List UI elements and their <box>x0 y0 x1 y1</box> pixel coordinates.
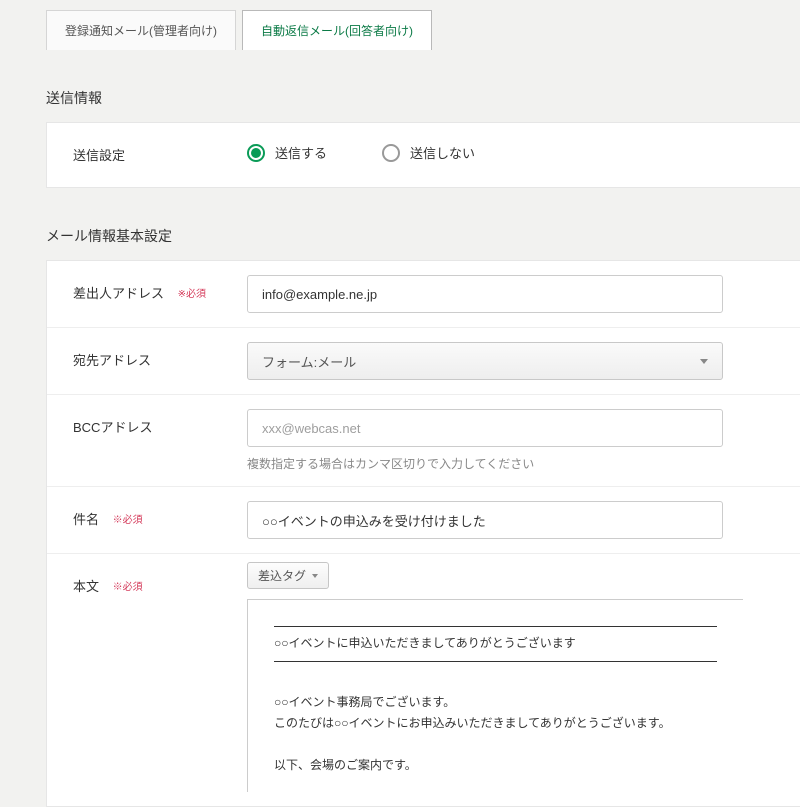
label-from-address: 差出人アドレス <box>73 286 164 301</box>
insert-tag-button[interactable]: 差込タグ <box>247 562 329 589</box>
divider <box>274 626 717 627</box>
tab-admin-notify[interactable]: 登録通知メール(管理者向け) <box>46 10 236 50</box>
label-to-address: 宛先アドレス <box>73 353 151 368</box>
body-line: ○○イベントに申込いただきましてありがとうございます <box>274 633 717 655</box>
select-value: フォーム:メール <box>262 352 356 371</box>
section-mail-basic-title: メール情報基本設定 <box>0 188 800 260</box>
body-line: 以下、会場のご案内です。 <box>274 755 717 777</box>
body-line: ○○イベント事務局でございます。 <box>274 692 717 714</box>
label-bcc-address: BCCアドレス <box>73 420 152 435</box>
insert-tag-label: 差込タグ <box>258 567 306 584</box>
section-send-info-title: 送信情報 <box>0 50 800 122</box>
tab-auto-reply[interactable]: 自動返信メール(回答者向け) <box>242 10 432 50</box>
required-badge: ※必須 <box>178 289 206 300</box>
radio-icon <box>382 144 400 162</box>
label-body: 本文 <box>73 579 99 594</box>
chevron-down-icon <box>312 574 318 578</box>
input-from-address[interactable] <box>247 275 723 313</box>
required-badge: ※必須 <box>113 582 143 593</box>
hint-bcc: 複数指定する場合はカンマ区切りで入力してください <box>247 455 800 472</box>
radio-label: 送信しない <box>410 143 475 162</box>
textarea-body[interactable]: ○○イベントに申込いただきましてありがとうございます ○○イベント事務局でござい… <box>247 599 743 792</box>
input-subject[interactable] <box>247 501 723 539</box>
input-bcc-address[interactable] <box>247 409 723 447</box>
divider <box>274 661 717 662</box>
radio-icon <box>247 144 265 162</box>
select-to-address[interactable]: フォーム:メール <box>247 342 723 380</box>
radio-label: 送信する <box>275 143 327 162</box>
label-subject: 件名 <box>73 512 99 527</box>
label-send-setting: 送信設定 <box>47 123 247 182</box>
chevron-down-icon <box>700 359 708 364</box>
required-badge: ※必須 <box>113 515 143 526</box>
radio-send-yes[interactable]: 送信する <box>247 143 327 162</box>
radio-send-no[interactable]: 送信しない <box>382 143 475 162</box>
body-line: このたびは○○イベントにお申込みいただきましてありがとうございます。 <box>274 713 717 735</box>
